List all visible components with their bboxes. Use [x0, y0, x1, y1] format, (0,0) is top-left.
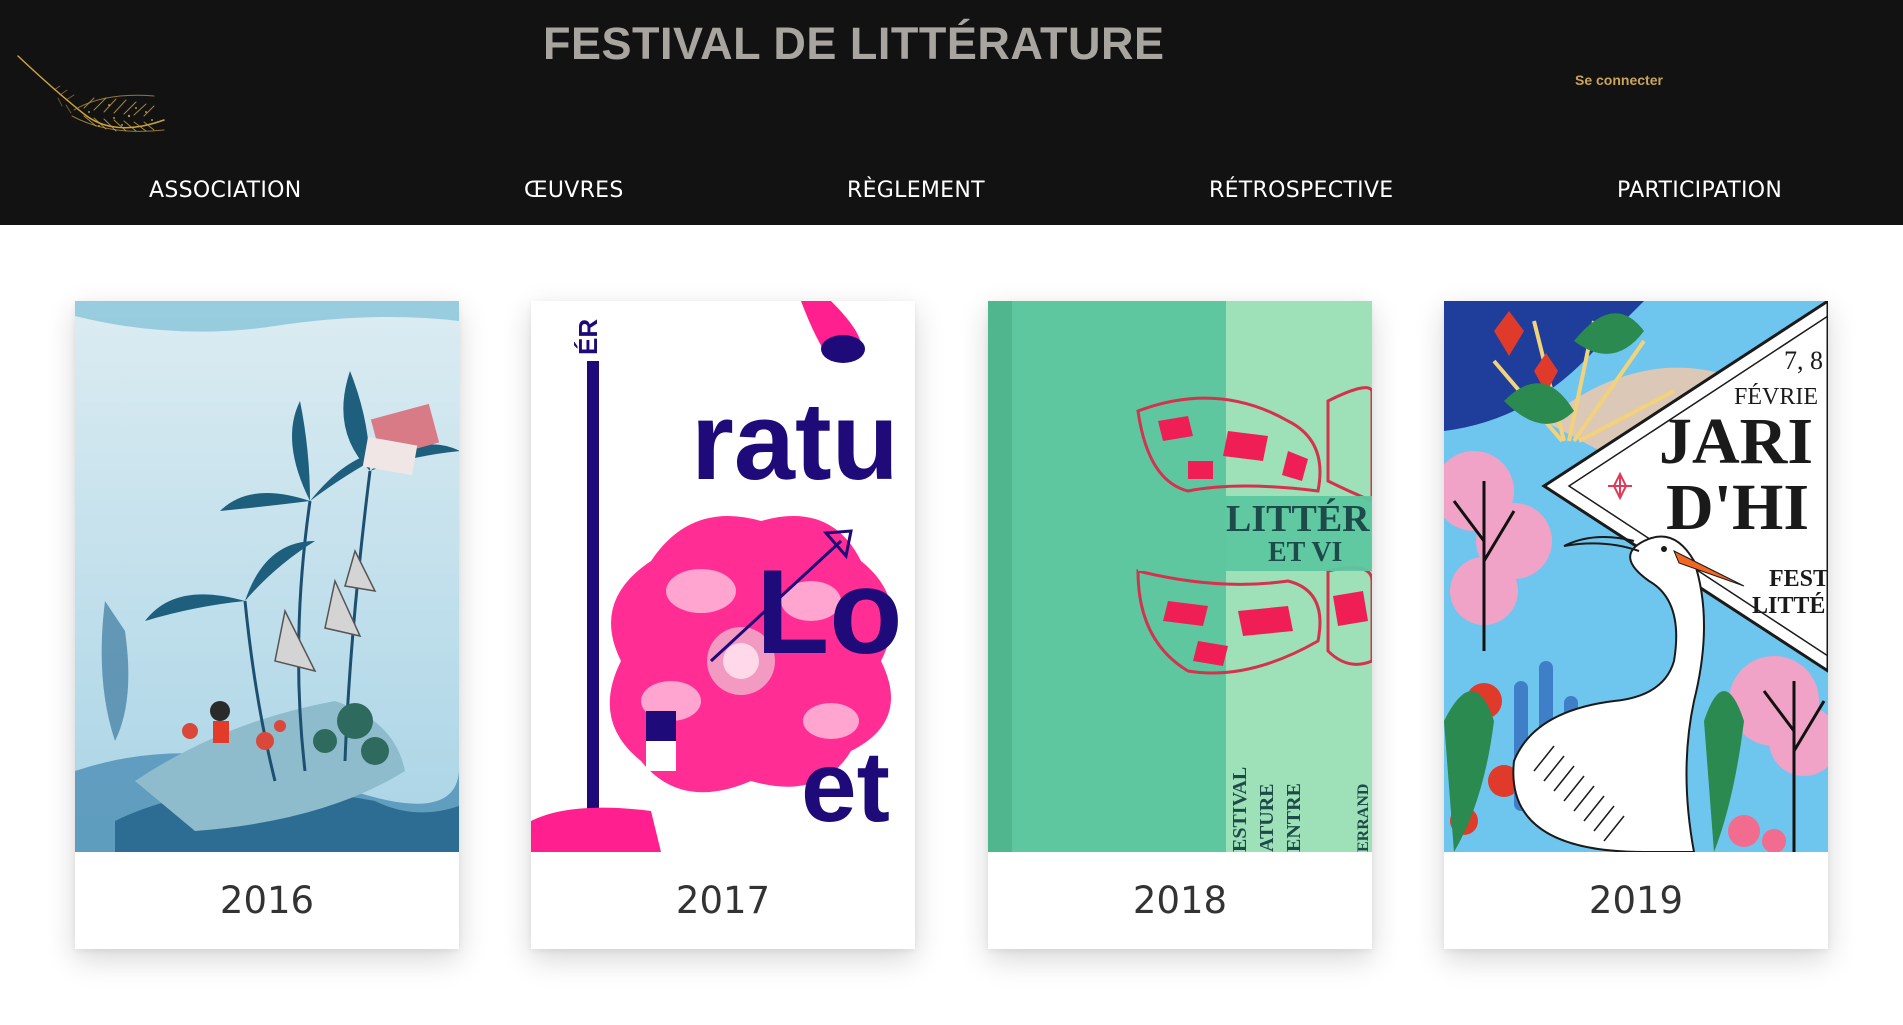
poster-text-litter: LITTÉR	[1226, 498, 1370, 540]
poster-text-ratu: ratu	[691, 380, 899, 503]
nav-item-association[interactable]: ASSOCIATION	[149, 178, 302, 203]
nav-item-oeuvres[interactable]: ŒUVRES	[524, 178, 624, 203]
edition-year-2017: 2017	[675, 879, 771, 922]
edition-year-2019: 2019	[1588, 879, 1684, 922]
poster-text-fest: FEST	[1769, 566, 1828, 592]
edition-card-2019[interactable]: 7, 8 FÉVRIE JARI D'HI FEST LITTÉ 2019	[1444, 301, 1828, 949]
poster-text-litte: LITTÉ	[1752, 593, 1825, 619]
edition-poster-2019[interactable]: 7, 8 FÉVRIE JARI D'HI FEST LITTÉ	[1444, 301, 1828, 852]
poster-text-jardins: JARI	[1659, 405, 1813, 478]
poster-text-et: et	[801, 731, 890, 843]
poster-text-estival: ESTIVAL	[1229, 767, 1251, 852]
poster-text-dhiver: D'HI	[1666, 471, 1809, 544]
nav-item-retrospective[interactable]: RÉTROSPECTIVE	[1209, 178, 1394, 203]
site-header: FESTIVAL DE LITTÉRATURE Se connecter ASS…	[0, 0, 1903, 225]
poster-text-er: ÉR	[573, 319, 603, 355]
poster-text-entre: ENTRE	[1283, 783, 1305, 852]
golden-feather-icon[interactable]	[14, 50, 174, 160]
edition-poster-2018[interactable]: LITTÉR ET VI ESTIVAL ATURE ENTRE ERRAND	[988, 301, 1372, 852]
edition-card-2018[interactable]: LITTÉR ET VI ESTIVAL ATURE ENTRE ERRAND …	[988, 301, 1372, 949]
poster-illustration-2019: 7, 8 FÉVRIE JARI D'HI FEST LITTÉ	[1444, 301, 1828, 852]
edition-year-2018: 2018	[1132, 879, 1228, 922]
edition-year-2016: 2016	[219, 879, 315, 922]
nav-item-reglement[interactable]: RÈGLEMENT	[847, 178, 985, 203]
poster-text-dates: 7, 8	[1784, 346, 1823, 375]
poster-illustration-2017: ÉR ratu Lo et	[531, 301, 915, 852]
poster-illustration-2018: LITTÉR ET VI ESTIVAL ATURE ENTRE ERRAND	[988, 301, 1372, 852]
edition-card-2017[interactable]: ÉR ratu Lo et 2017	[531, 301, 915, 949]
edition-poster-2017[interactable]: ÉR ratu Lo et	[531, 301, 915, 852]
site-title[interactable]: FESTIVAL DE LITTÉRATURE	[543, 18, 1165, 70]
poster-text-ature: ATURE	[1256, 783, 1278, 852]
poster-illustration-2016	[75, 301, 459, 852]
poster-text-et-vi: ET VI	[1268, 537, 1342, 568]
poster-text-lo: Lo	[756, 545, 903, 679]
edition-card-2016[interactable]: 2016	[75, 301, 459, 949]
edition-poster-2016[interactable]	[75, 301, 459, 852]
nav-item-participation[interactable]: PARTICIPATION	[1617, 178, 1782, 203]
poster-text-errand: ERRAND	[1355, 784, 1372, 852]
login-link[interactable]: Se connecter	[1575, 72, 1663, 88]
